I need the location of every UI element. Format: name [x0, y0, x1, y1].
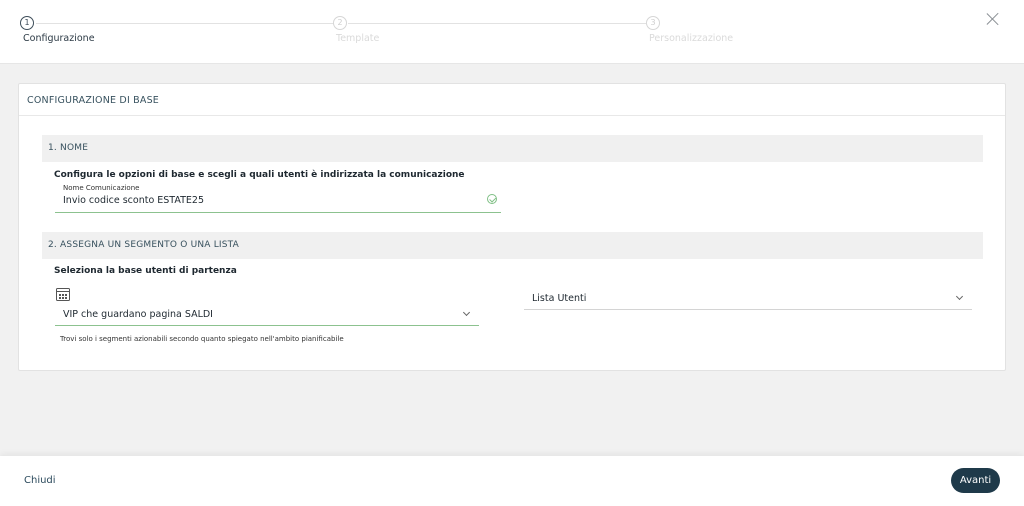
next-button[interactable]: Avanti [951, 468, 1000, 493]
communication-name-value: Invio codice sconto ESTATE25 [63, 195, 205, 206]
close-icon[interactable] [986, 12, 1000, 26]
user-list-select[interactable]: Lista Utenti [524, 284, 972, 310]
step-template[interactable]: 2 Template [333, 16, 379, 44]
step-number: 2 [333, 16, 347, 30]
segment-select[interactable]: VIP che guardano pagina SALDI [55, 302, 479, 326]
close-button[interactable]: Chiudi [24, 475, 56, 486]
communication-name-field[interactable]: Nome Comunicazione Invio codice sconto E… [55, 184, 501, 213]
base-config-card: CONFIGURAZIONE DI BASE 1. NOME Configura… [18, 83, 1006, 371]
user-list-value: Lista Utenti [532, 293, 587, 304]
calendar-icon[interactable] [56, 288, 70, 301]
step-connector [36, 23, 334, 24]
step-label: Template [336, 33, 380, 44]
step-connector [348, 23, 646, 24]
stepper-header: 1 Configurazione 2 Template 3 Personaliz… [0, 0, 1024, 64]
step-number: 1 [20, 16, 34, 30]
step-personalizzazione[interactable]: 3 Personalizzazione [646, 16, 733, 44]
segment-value: VIP che guardano pagina SALDI [63, 309, 213, 320]
chevron-down-icon [955, 292, 964, 301]
footer-bar: Chiudi Avanti [0, 456, 1024, 506]
section-name-description: Configura le opzioni di base e scegli a … [54, 170, 465, 180]
chevron-down-icon [462, 308, 471, 317]
step-label: Configurazione [23, 33, 95, 44]
step-label: Personalizzazione [649, 33, 734, 44]
field-label: Nome Comunicazione [63, 184, 140, 192]
section-segment-heading: 2. ASSEGNA UN SEGMENTO O UNA LISTA [42, 232, 983, 259]
card-title: CONFIGURAZIONE DI BASE [19, 84, 1005, 116]
step-configurazione[interactable]: 1 Configurazione [20, 16, 95, 44]
section-name-heading: 1. NOME [42, 135, 983, 162]
section-segment-description: Seleziona la base utenti di partenza [54, 266, 237, 276]
check-circle-icon [487, 194, 497, 204]
segment-hint: Trovi solo i segmenti azionabili secondo… [60, 335, 344, 343]
step-number: 3 [646, 16, 660, 30]
